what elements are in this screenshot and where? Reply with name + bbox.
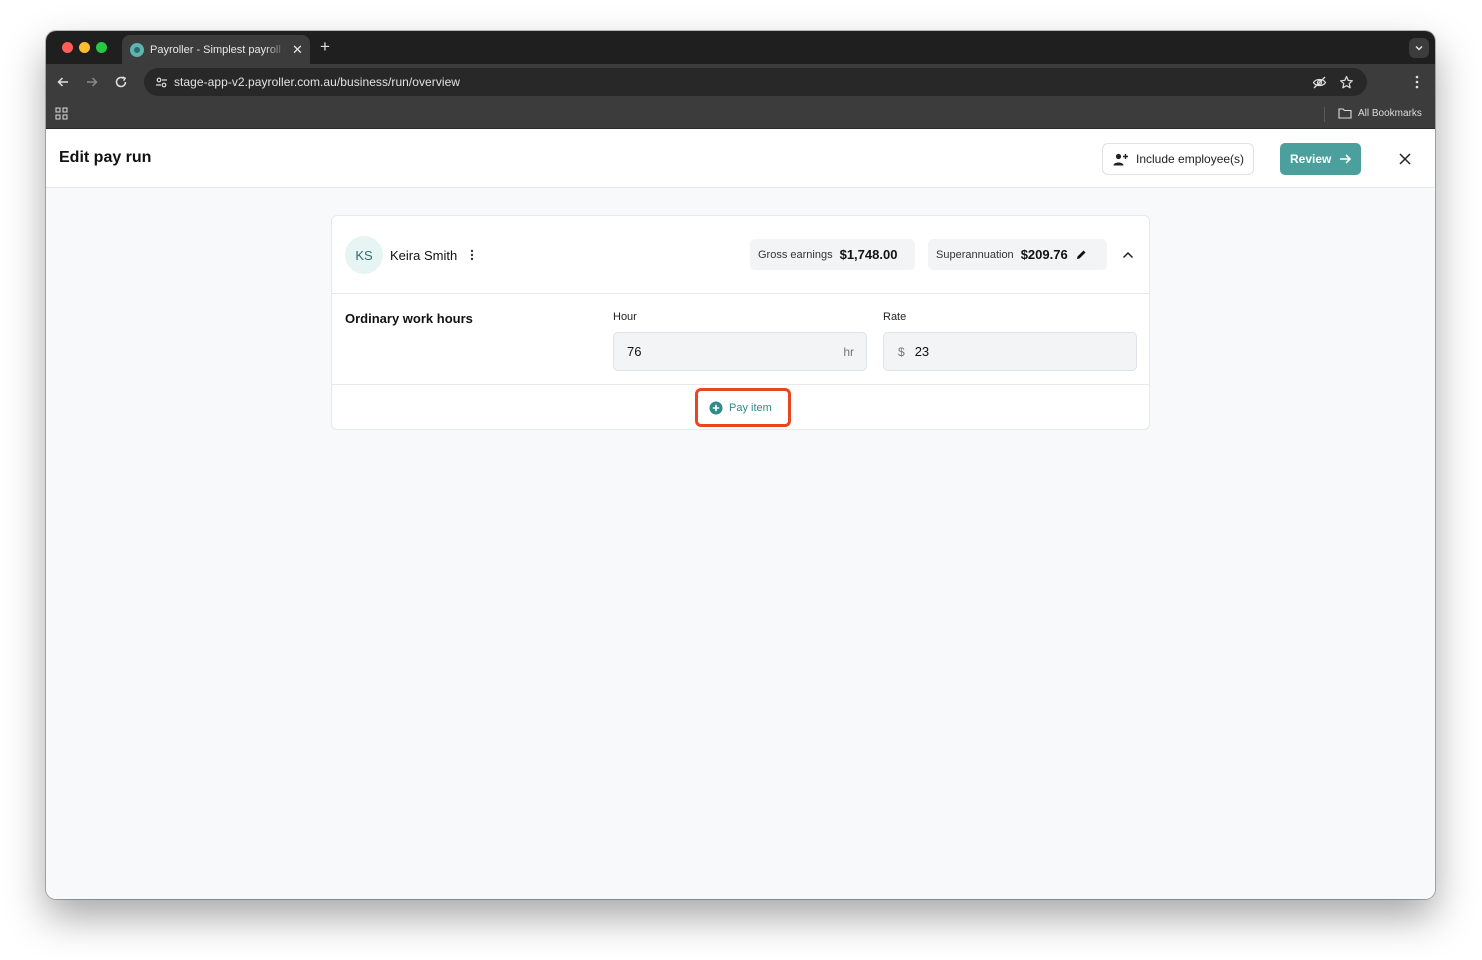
site-settings-icon[interactable] (152, 73, 170, 91)
rate-currency: $ (898, 344, 905, 359)
ordinary-hours-label: Ordinary work hours (345, 311, 473, 326)
forward-icon[interactable] (83, 73, 101, 91)
add-user-icon (1113, 153, 1128, 165)
bookmarks-divider (1324, 107, 1325, 122)
gross-earnings-label: Gross earnings (758, 248, 833, 261)
card-footer: Pay item (332, 384, 1149, 430)
pay-item-label: Pay item (729, 402, 772, 414)
include-employees-button[interactable]: Include employee(s) (1102, 143, 1254, 175)
include-employees-label: Include employee(s) (1136, 152, 1245, 166)
arrow-right-icon (1340, 154, 1352, 164)
address-bar[interactable]: stage-app-v2.payroller.com.au/business/r… (144, 68, 1367, 96)
plus-circle-icon (709, 401, 723, 415)
hour-unit: hr (843, 344, 854, 359)
rate-label: Rate (883, 311, 907, 323)
browser-window: Payroller - Simplest payroll software ✕ … (46, 31, 1435, 899)
chevron-down-icon (1415, 45, 1423, 51)
superannuation-label: Superannuation (936, 248, 1014, 261)
employee-card-header: KS Keira Smith Gross earnings $1,748.00 … (332, 216, 1149, 294)
bookmark-star-icon[interactable] (1337, 73, 1355, 91)
highlight-box: Pay item (695, 388, 791, 427)
all-bookmarks-button[interactable]: All Bookmarks (1338, 107, 1422, 119)
gross-earnings-badge: Gross earnings $1,748.00 (750, 239, 915, 270)
folder-icon (1338, 108, 1352, 119)
page: Edit pay run Include employee(s) Review … (46, 129, 1435, 899)
apps-grid-icon[interactable] (55, 107, 68, 125)
back-icon[interactable] (54, 73, 72, 91)
maximize-window-button[interactable] (96, 42, 107, 53)
tab-title: Payroller - Simplest payroll software (150, 43, 286, 56)
close-window-button[interactable] (62, 42, 73, 53)
tab-search-button[interactable] (1409, 38, 1429, 58)
hour-input[interactable]: 76 hr (613, 332, 867, 371)
bookmarks-bar: All Bookmarks (46, 100, 1435, 129)
review-button[interactable]: Review (1280, 143, 1361, 175)
chevron-up-icon[interactable] (1120, 247, 1136, 263)
payroller-favicon-icon (130, 42, 144, 57)
browser-toolbar: stage-app-v2.payroller.com.au/business/r… (46, 64, 1435, 100)
superannuation-badge: Superannuation $209.76 (928, 239, 1107, 270)
browser-menu-icon[interactable] (1408, 73, 1426, 91)
more-options-icon[interactable] (466, 247, 478, 263)
rate-input[interactable]: $ 23 (883, 332, 1137, 371)
page-header: Edit pay run Include employee(s) Review (46, 129, 1435, 188)
new-tab-icon[interactable]: + (320, 38, 330, 55)
tab-close-icon[interactable]: ✕ (292, 43, 303, 56)
add-pay-item-button[interactable]: Pay item (703, 396, 783, 420)
all-bookmarks-label: All Bookmarks (1358, 107, 1422, 119)
superannuation-value: $209.76 (1020, 247, 1068, 262)
tab-strip: Payroller - Simplest payroll software ✕ … (46, 31, 1435, 64)
eye-off-icon[interactable] (1310, 73, 1328, 91)
browser-tab[interactable]: Payroller - Simplest payroll software ✕ (122, 35, 310, 64)
employee-pay-card: KS Keira Smith Gross earnings $1,748.00 … (331, 215, 1150, 430)
reload-icon[interactable] (112, 73, 130, 91)
url-text: stage-app-v2.payroller.com.au/business/r… (174, 75, 461, 89)
avatar: KS (345, 236, 383, 274)
minimize-window-button[interactable] (79, 42, 90, 53)
hour-value: 76 (627, 344, 642, 359)
page-title: Edit pay run (59, 149, 152, 166)
edit-pencil-icon[interactable] (1076, 249, 1087, 260)
close-icon[interactable] (1396, 150, 1414, 168)
gross-earnings-value: $1,748.00 (839, 247, 898, 262)
employee-name: Keira Smith (390, 248, 458, 263)
hour-label: Hour (613, 311, 637, 323)
review-label: Review (1290, 152, 1332, 166)
rate-value: 23 (914, 344, 930, 359)
